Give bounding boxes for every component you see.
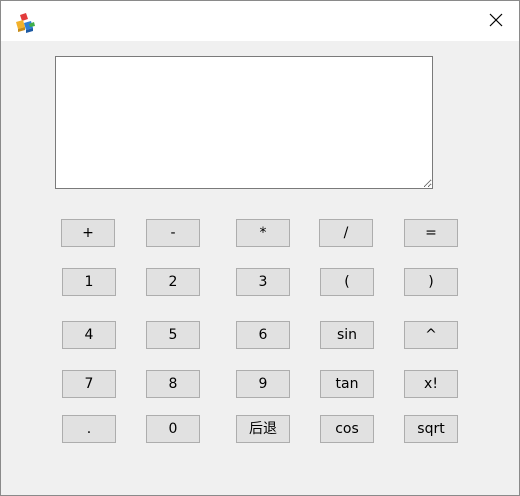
title-bar	[1, 1, 519, 41]
button-label: 6	[258, 327, 268, 343]
button-label: sqrt	[417, 421, 445, 437]
digit-9-button[interactable]: 9	[236, 370, 290, 398]
button-label: (	[344, 274, 350, 290]
calculator-window: + - * / = 1 2 3 ( ) 4 5 6 sin ^ 7 8 9 ta…	[0, 0, 520, 496]
digit-7-button[interactable]: 7	[62, 370, 116, 398]
expression-display[interactable]	[55, 56, 433, 189]
right-paren-button[interactable]: )	[404, 268, 458, 296]
button-label: )	[428, 274, 434, 290]
close-icon	[489, 12, 503, 31]
button-label: 5	[168, 327, 178, 343]
button-label: /	[343, 225, 349, 241]
multiply-button[interactable]: *	[236, 219, 290, 247]
button-label: 7	[84, 376, 94, 392]
button-label: 4	[84, 327, 94, 343]
backspace-button[interactable]: 后退	[236, 415, 290, 443]
button-label: =	[425, 225, 437, 241]
minus-button[interactable]: -	[146, 219, 200, 247]
divide-button[interactable]: /	[319, 219, 373, 247]
plus-button[interactable]: +	[61, 219, 115, 247]
power-button[interactable]: ^	[404, 321, 458, 349]
cos-button[interactable]: cos	[320, 415, 374, 443]
button-label: 2	[168, 274, 178, 290]
digit-4-button[interactable]: 4	[62, 321, 116, 349]
digit-5-button[interactable]: 5	[146, 321, 200, 349]
button-label: x!	[424, 376, 438, 392]
button-label: 后退	[249, 421, 277, 437]
button-label: -	[170, 225, 176, 241]
button-label: ^	[425, 327, 437, 343]
tan-button[interactable]: tan	[320, 370, 374, 398]
digit-0-button[interactable]: 0	[146, 415, 200, 443]
digit-8-button[interactable]: 8	[146, 370, 200, 398]
button-label: 3	[258, 274, 268, 290]
app-blocks-icon	[15, 12, 37, 34]
button-label: tan	[335, 376, 359, 392]
button-label: 0	[168, 421, 178, 437]
digit-2-button[interactable]: 2	[146, 268, 200, 296]
button-label: 8	[168, 376, 178, 392]
button-label: 1	[84, 274, 94, 290]
button-label: +	[82, 225, 94, 241]
sqrt-button[interactable]: sqrt	[404, 415, 458, 443]
sin-button[interactable]: sin	[320, 321, 374, 349]
factorial-button[interactable]: x!	[404, 370, 458, 398]
button-label: *	[259, 225, 267, 241]
button-label: sin	[336, 327, 358, 343]
equals-button[interactable]: =	[404, 219, 458, 247]
button-label: 9	[258, 376, 268, 392]
digit-1-button[interactable]: 1	[62, 268, 116, 296]
digit-3-button[interactable]: 3	[236, 268, 290, 296]
button-label: .	[86, 421, 92, 437]
decimal-point-button[interactable]: .	[62, 415, 116, 443]
left-paren-button[interactable]: (	[320, 268, 374, 296]
close-button[interactable]	[473, 1, 519, 41]
button-label: cos	[335, 421, 359, 437]
digit-6-button[interactable]: 6	[236, 321, 290, 349]
